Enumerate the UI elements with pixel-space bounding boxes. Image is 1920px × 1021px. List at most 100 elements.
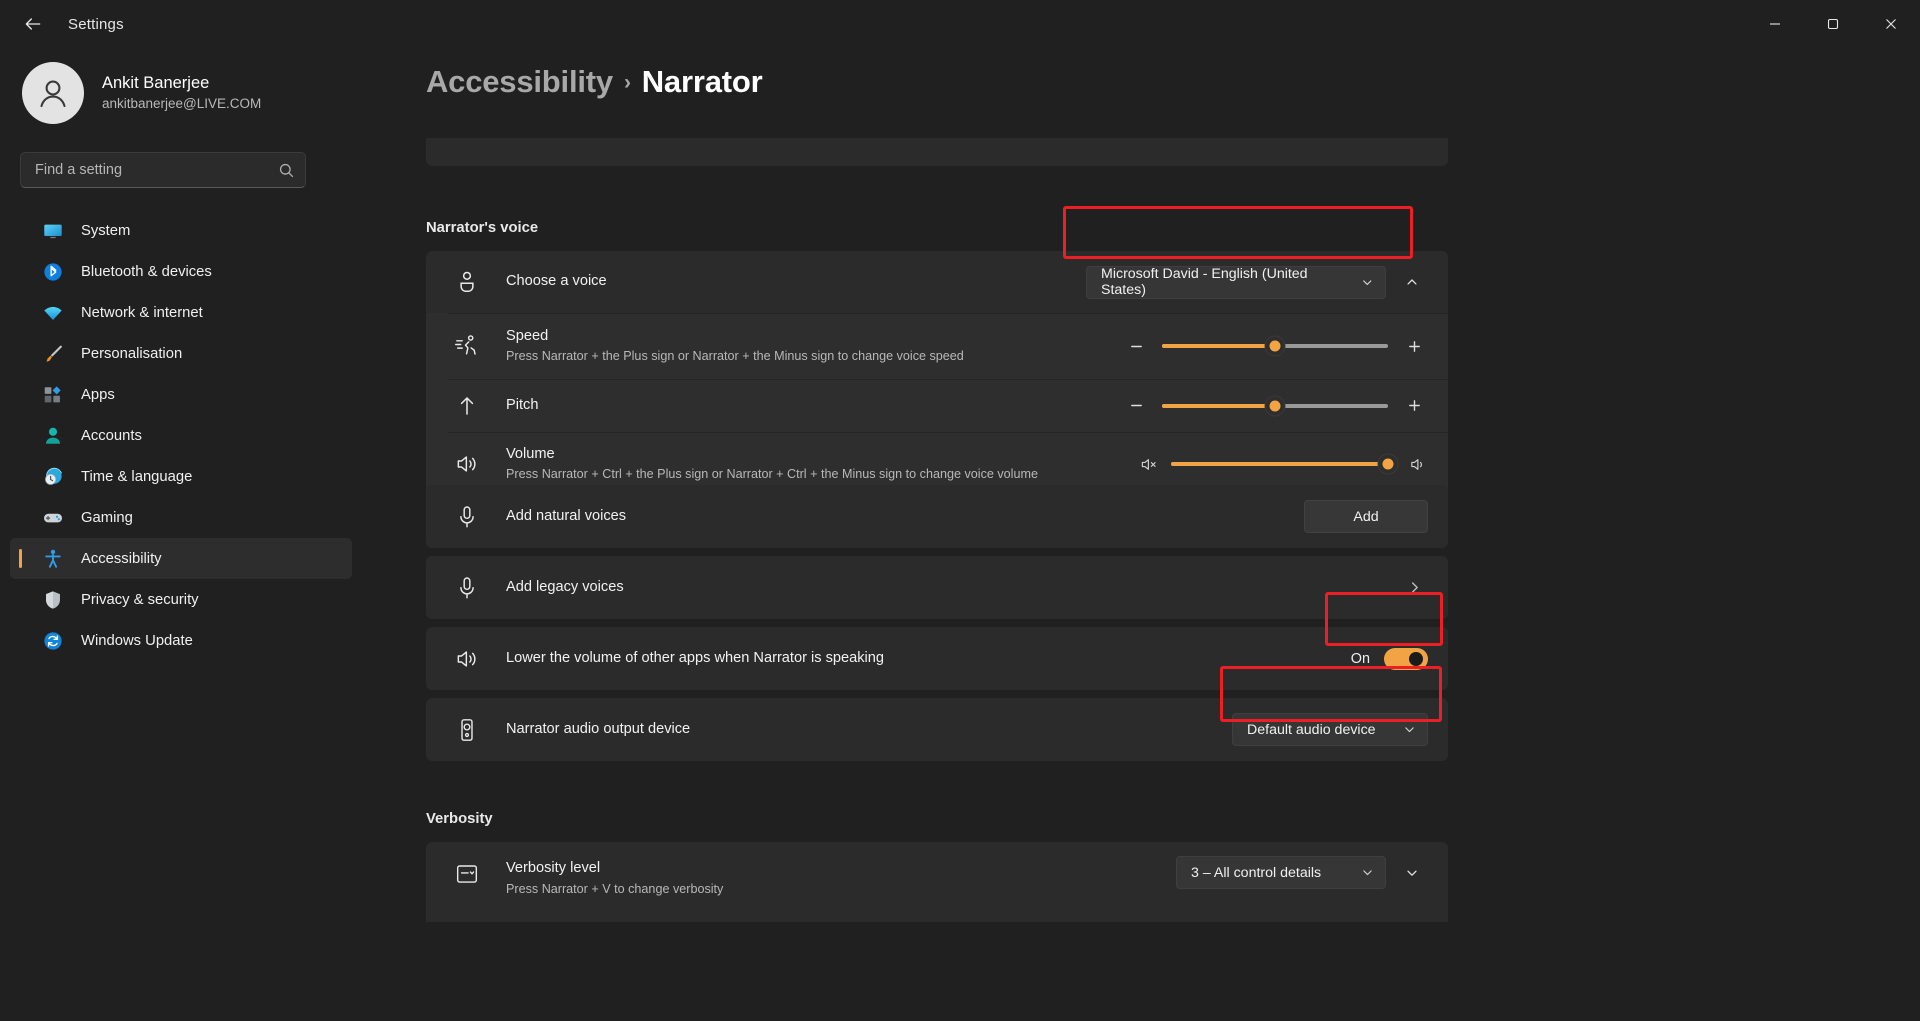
accessibility-person-icon bbox=[45, 549, 61, 568]
pitch-controls bbox=[1122, 392, 1428, 420]
audio-output-device-controls: Default audio device bbox=[1232, 713, 1428, 746]
section-heading-verbosity: Verbosity bbox=[426, 811, 493, 827]
sidebar-item-bluetooth-devices[interactable]: Bluetooth & devices bbox=[10, 251, 352, 292]
sidebar-item-time-language[interactable]: Time & language bbox=[10, 456, 352, 497]
speed-decrease-button[interactable] bbox=[1122, 332, 1150, 360]
chevron-right-icon[interactable] bbox=[1407, 580, 1422, 595]
breadcrumb-parent[interactable]: Accessibility bbox=[426, 64, 613, 99]
volume-slider-thumb[interactable] bbox=[1378, 454, 1398, 474]
avatar bbox=[22, 62, 84, 124]
lower-volume-toggle-wrap[interactable]: On bbox=[1350, 647, 1428, 670]
pitch-text: Pitch bbox=[506, 396, 538, 416]
add-natural-voices-label: Add natural voices bbox=[506, 507, 627, 524]
person-avatar-icon bbox=[40, 80, 66, 108]
speed-row[interactable]: Speed Press Narrator + the Plus sign or … bbox=[426, 313, 1448, 379]
audio-output-device-dropdown[interactable]: Default audio device bbox=[1232, 713, 1428, 746]
sidebar-item-accounts[interactable]: Accounts bbox=[10, 415, 352, 456]
add-legacy-voices-label: Add legacy voices bbox=[506, 578, 624, 595]
minimize-button[interactable] bbox=[1746, 0, 1804, 48]
sidebar-item-gaming[interactable]: Gaming bbox=[10, 497, 352, 538]
breadcrumb: Accessibility › Narrator bbox=[426, 64, 763, 100]
wifi-icon bbox=[44, 306, 62, 320]
monitor-icon bbox=[44, 224, 62, 238]
pitch-row[interactable]: Pitch bbox=[426, 379, 1448, 432]
choose-voice-text: Choose a voice bbox=[506, 272, 607, 292]
speed-slider-track[interactable] bbox=[1162, 336, 1388, 356]
account-person-icon bbox=[46, 427, 60, 444]
sidebar-item-label: Bluetooth & devices bbox=[81, 263, 212, 280]
lower-volume-text: Lower the volume of other apps when Narr… bbox=[506, 649, 884, 669]
voice-select-value: Microsoft David - English (United States… bbox=[1101, 266, 1308, 298]
maximize-button[interactable] bbox=[1804, 0, 1862, 48]
add-legacy-voices-text: Add legacy voices bbox=[506, 578, 624, 598]
speaker-waves-icon bbox=[457, 456, 476, 472]
sidebar-item-personalisation[interactable]: Personalisation bbox=[10, 333, 352, 374]
sidebar-item-windows-update[interactable]: Windows Update bbox=[10, 620, 352, 661]
speaker-on-icon[interactable] bbox=[1409, 455, 1428, 474]
add-natural-voices-controls: Add bbox=[1304, 500, 1428, 533]
lower-volume-toggle-state: On bbox=[1350, 650, 1370, 667]
speed-slider[interactable] bbox=[1122, 332, 1428, 360]
back-button[interactable] bbox=[10, 7, 56, 41]
close-button[interactable] bbox=[1862, 0, 1920, 48]
choose-voice-row[interactable]: Choose a voice Microsoft David - English… bbox=[426, 251, 1448, 313]
search-input[interactable] bbox=[35, 162, 278, 178]
speed-label: Speed bbox=[506, 327, 549, 344]
verbosity-section-expander[interactable] bbox=[1396, 857, 1428, 889]
speed-slider-fill bbox=[1162, 344, 1275, 348]
audio-output-device-card[interactable]: Narrator audio output device Default aud… bbox=[426, 698, 1448, 761]
sidebar: Ankit Banerjee ankitbanerjee@LIVE.COM Sy… bbox=[0, 48, 370, 1021]
chevron-down-icon bbox=[1407, 870, 1417, 876]
add-natural-voices-button[interactable]: Add bbox=[1304, 500, 1428, 533]
speed-controls bbox=[1122, 332, 1428, 360]
sidebar-item-label: Network & internet bbox=[81, 304, 203, 321]
voice-person-icon bbox=[460, 271, 474, 292]
plus-icon bbox=[1408, 400, 1420, 411]
lower-volume-toggle[interactable] bbox=[1384, 647, 1428, 670]
speaker-device-icon bbox=[461, 718, 473, 741]
voice-select-dropdown[interactable]: Microsoft David - English (United States… bbox=[1086, 265, 1386, 299]
lower-volume-card[interactable]: Lower the volume of other apps when Narr… bbox=[426, 627, 1448, 690]
sidebar-item-apps[interactable]: Apps bbox=[10, 374, 352, 415]
title-bar: Settings bbox=[0, 0, 1920, 48]
volume-slider-track[interactable] bbox=[1171, 454, 1398, 474]
verbosity-level-card[interactable]: Verbosity level Press Narrator + V to ch… bbox=[426, 842, 1448, 922]
pitch-slider-thumb[interactable] bbox=[1265, 396, 1285, 415]
gamepad-icon bbox=[44, 513, 62, 522]
apps-icon bbox=[44, 385, 61, 402]
breadcrumb-current: Narrator bbox=[641, 64, 763, 99]
verbosity-level-dropdown[interactable]: 3 – All control details bbox=[1176, 856, 1386, 889]
verbosity-level-description: Press Narrator + V to change verbosity bbox=[506, 881, 724, 896]
sidebar-item-network-internet[interactable]: Network & internet bbox=[10, 292, 352, 333]
speed-text: Speed Press Narrator + the Plus sign or … bbox=[506, 327, 964, 366]
pitch-slider-track[interactable] bbox=[1162, 396, 1388, 415]
speed-increase-button[interactable] bbox=[1400, 332, 1428, 360]
add-natural-voices-card[interactable]: Add natural voices Add bbox=[426, 485, 1448, 548]
sidebar-item-accessibility[interactable]: Accessibility bbox=[10, 538, 352, 579]
up-arrow-icon bbox=[460, 396, 474, 415]
sidebar-item-system[interactable]: System bbox=[10, 210, 352, 251]
add-legacy-voices-card[interactable]: Add legacy voices bbox=[426, 556, 1448, 619]
pitch-decrease-button[interactable] bbox=[1122, 392, 1150, 420]
clock-globe-icon bbox=[45, 467, 62, 485]
search-box[interactable] bbox=[20, 152, 306, 188]
chevron-down-icon bbox=[1363, 870, 1372, 876]
settings-scroll-area[interactable]: Narrator's voice Choose a voice Microsof… bbox=[370, 138, 1920, 1021]
audio-output-device-text: Narrator audio output device bbox=[506, 720, 690, 740]
verbosity-level-controls: 3 – All control details bbox=[1176, 856, 1428, 889]
partial-card-above bbox=[426, 138, 1448, 166]
minus-icon bbox=[1130, 345, 1142, 347]
speaker-waves-icon bbox=[457, 650, 476, 667]
sidebar-item-privacy-security[interactable]: Privacy & security bbox=[10, 579, 352, 620]
search-icon[interactable] bbox=[278, 162, 295, 179]
speed-slider-thumb[interactable] bbox=[1265, 336, 1285, 356]
volume-slider[interactable] bbox=[1140, 454, 1428, 474]
verbosity-level-text: Verbosity level Press Narrator + V to ch… bbox=[506, 859, 723, 898]
add-natural-voices-text: Add natural voices bbox=[506, 507, 626, 527]
speaker-mute-icon[interactable] bbox=[1140, 455, 1159, 474]
pitch-increase-button[interactable] bbox=[1400, 392, 1428, 420]
account-block[interactable]: Ankit Banerjee ankitbanerjee@LIVE.COM bbox=[0, 48, 370, 124]
voice-section-expander[interactable] bbox=[1396, 266, 1428, 298]
update-refresh-icon bbox=[44, 631, 62, 650]
pitch-slider[interactable] bbox=[1122, 392, 1428, 420]
